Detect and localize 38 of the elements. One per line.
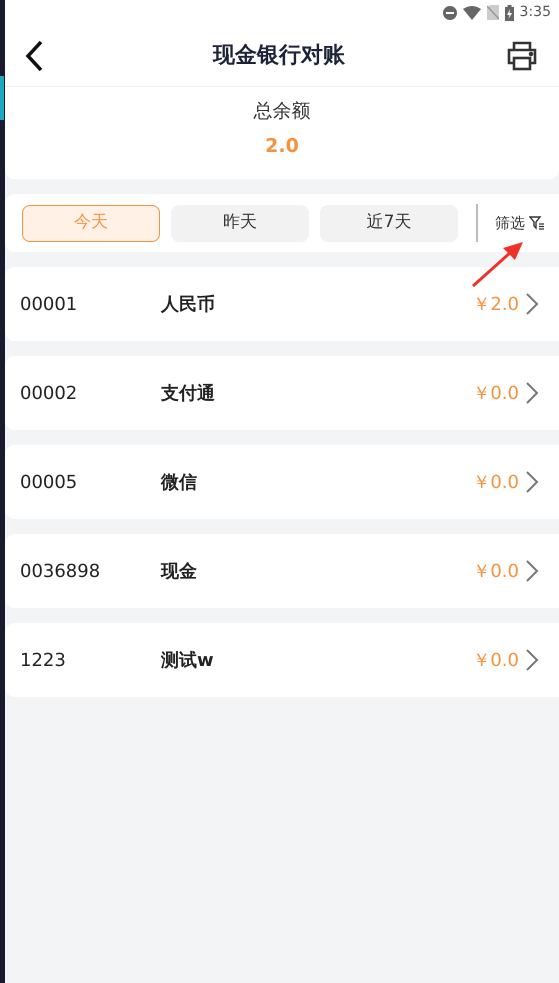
account-code: 0036898 xyxy=(20,560,102,584)
account-name: 测试w xyxy=(161,648,215,672)
chevron-right-icon xyxy=(525,648,539,672)
chevron-right-icon xyxy=(525,559,539,583)
account-amount: ￥0.0 xyxy=(472,470,519,494)
print-button[interactable] xyxy=(505,38,539,72)
date-tab[interactable]: 近7天 xyxy=(320,204,458,242)
account-row[interactable]: 00005 微信 ￥0.0 xyxy=(5,445,559,519)
balance-label: 总余额 xyxy=(254,99,310,124)
battery-icon xyxy=(504,4,514,20)
balance-amount: 2.0 xyxy=(265,134,299,158)
account-code: 00001 xyxy=(20,292,78,316)
status-time: 3:35 xyxy=(520,3,551,22)
account-name: 人民币 xyxy=(161,292,216,316)
account-amount: ￥0.0 xyxy=(472,560,519,584)
account-code: 1223 xyxy=(20,648,67,672)
account-amount: ￥0.0 xyxy=(472,648,519,672)
filter-button[interactable]: 筛选 xyxy=(495,212,545,234)
page-title: 现金银行对账 xyxy=(213,42,345,70)
chevron-right-icon xyxy=(525,292,539,316)
date-tab[interactable]: 昨天 xyxy=(171,204,309,242)
account-name: 现金 xyxy=(161,560,198,584)
account-amount: ￥0.0 xyxy=(472,382,519,406)
do-not-disturb-icon xyxy=(442,6,457,20)
account-code: 00005 xyxy=(20,470,78,494)
account-name: 支付通 xyxy=(161,382,216,406)
filter-icon xyxy=(529,216,545,230)
account-row[interactable]: 00001 人民币 ￥2.0 xyxy=(5,267,559,341)
wifi-icon xyxy=(462,6,481,20)
chevron-right-icon xyxy=(525,470,539,494)
account-row[interactable]: 0036898 现金 ￥0.0 xyxy=(5,534,559,608)
no-sim-icon xyxy=(486,5,499,20)
account-amount: ￥2.0 xyxy=(472,292,519,316)
account-name: 微信 xyxy=(161,470,198,494)
account-row[interactable]: 1223 测试w ￥0.0 xyxy=(5,623,559,697)
chevron-right-icon xyxy=(525,381,539,405)
account-code: 00002 xyxy=(20,382,78,406)
account-row[interactable]: 00002 支付通 ￥0.0 xyxy=(5,356,559,430)
